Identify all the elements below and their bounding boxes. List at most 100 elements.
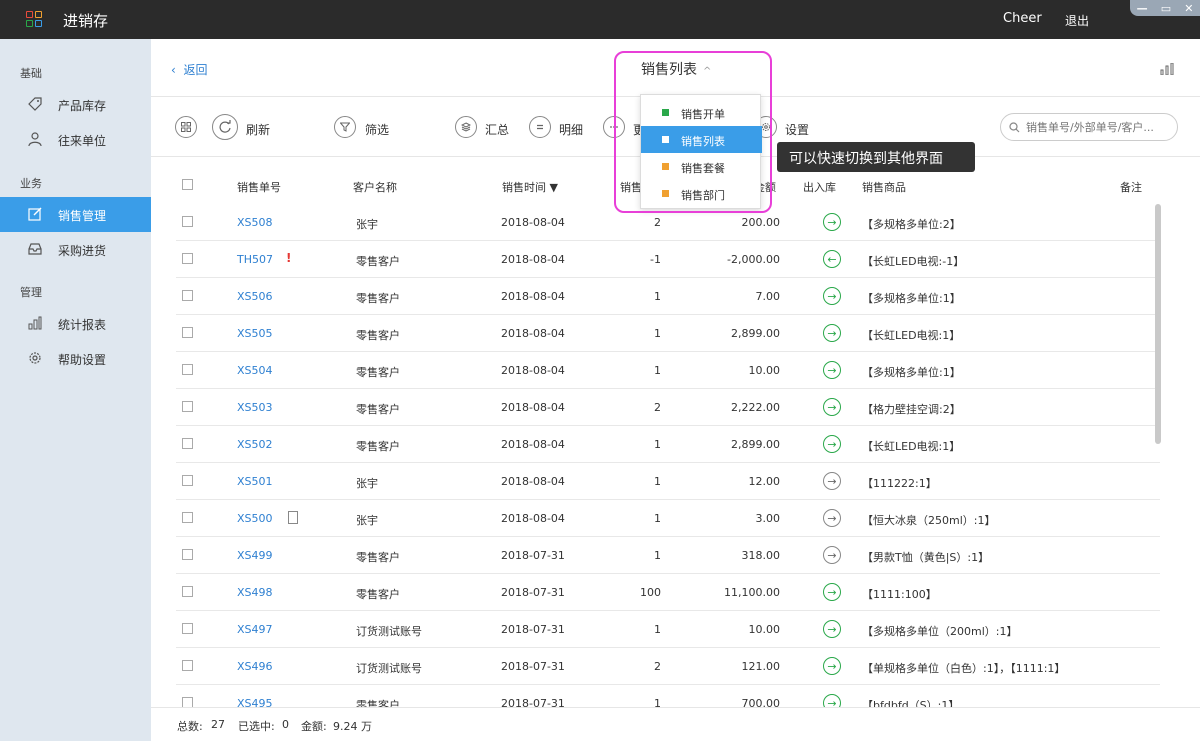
goods-summary: 【111222:1】 [862, 477, 937, 490]
chart-toggle-icon[interactable] [1160, 63, 1174, 75]
sidebar-item-inventory[interactable]: 产品库存 [0, 87, 151, 122]
table-row[interactable]: XS506 零售客户 2018-08-04 1 7.00 → 【多规格多单位:1】 [176, 278, 1160, 315]
arrow-right-circle-icon[interactable]: → [823, 287, 841, 305]
sidebar-item-sales[interactable]: 销售管理 [0, 197, 151, 232]
table-row[interactable]: XS497 订货测试账号 2018-07-31 1 10.00 → 【多规格多单位（200m… [176, 611, 1160, 648]
header-goods[interactable]: 销售商品 [862, 179, 906, 195]
scrollbar[interactable] [1155, 204, 1161, 444]
arrow-right-circle-icon[interactable]: → [823, 583, 841, 601]
goods-summary: 【长虹LED电视:1】 [862, 440, 961, 453]
row-checkbox[interactable] [182, 586, 193, 597]
arrow-right-circle-icon[interactable]: → [823, 361, 841, 379]
sidebar-item-reports[interactable]: 统计报表 [0, 306, 151, 341]
select-all-checkbox[interactable] [182, 179, 193, 190]
minimize-icon[interactable]: — [1137, 2, 1148, 15]
footer-summary: 总数: 27 已选中: 0 金额: 9.24 万 [151, 707, 1200, 741]
row-checkbox[interactable] [182, 364, 193, 375]
back-button[interactable]: ‹ 返回 [171, 61, 207, 78]
order-number-link[interactable]: XS508 [237, 216, 273, 229]
sale-qty: 1 [654, 438, 661, 451]
search-box[interactable] [1000, 113, 1178, 141]
row-checkbox[interactable] [182, 623, 193, 634]
arrow-right-circle-icon[interactable]: → [823, 620, 841, 638]
settings-button[interactable]: 设置 [785, 121, 809, 138]
arrow-right-circle-icon[interactable]: → [823, 213, 841, 231]
order-number-link[interactable]: XS504 [237, 364, 273, 377]
header-direction[interactable]: 出入库 [803, 179, 836, 195]
filter-icon[interactable] [334, 116, 356, 138]
row-checkbox[interactable] [182, 475, 193, 486]
header-order-no[interactable]: 销售单号 [237, 179, 281, 195]
refresh-icon[interactable] [212, 114, 238, 140]
header-remark[interactable]: 备注 [1120, 179, 1142, 195]
order-number-link[interactable]: XS502 [237, 438, 273, 451]
arrow-left-circle-icon[interactable]: ← [823, 250, 841, 268]
row-checkbox[interactable] [182, 290, 193, 301]
table-row[interactable]: XS498 零售客户 2018-07-31 100 11,100.00 → 【1111:10… [176, 574, 1160, 611]
row-checkbox[interactable] [182, 549, 193, 560]
document-icon[interactable] [288, 511, 298, 524]
total-label: 总数: [177, 720, 203, 733]
order-number-link[interactable]: XS506 [237, 290, 273, 303]
table-row[interactable]: XS504 零售客户 2018-08-04 1 10.00 → 【多规格多单位:1】 [176, 352, 1160, 389]
table-row[interactable]: XS501 张宇 2018-08-04 1 12.00 → 【111222:1】 [176, 463, 1160, 500]
order-number-link[interactable]: XS499 [237, 549, 273, 562]
order-number-link[interactable]: XS500 [237, 512, 273, 525]
sidebar-item-help-settings[interactable]: 帮助设置 [0, 341, 151, 376]
customer-name: 零售客户 [356, 588, 400, 601]
summary-icon[interactable] [455, 116, 477, 138]
arrow-right-circle-icon[interactable]: → [823, 324, 841, 342]
row-checkbox[interactable] [182, 438, 193, 449]
filter-button[interactable]: 筛选 [365, 121, 389, 138]
back-label: 返回 [183, 63, 208, 77]
section-label-basic: 基础 [20, 67, 42, 80]
total-value: 27 [211, 718, 225, 731]
header-customer[interactable]: 客户名称 [353, 179, 397, 195]
refresh-button[interactable]: 刷新 [246, 121, 270, 138]
table-row[interactable]: XS500 张宇 2018-08-04 1 3.00 → 【恒大冰泉（250ml）:1】 [176, 500, 1160, 537]
maximize-icon[interactable]: ▭ [1161, 2, 1171, 15]
row-checkbox[interactable] [182, 253, 193, 264]
close-icon[interactable]: ✕ [1184, 2, 1193, 15]
section-label-business: 业务 [20, 177, 42, 190]
customer-name: 零售客户 [356, 551, 400, 564]
header-time[interactable]: 销售时间 ▼ [502, 179, 558, 195]
table-row[interactable]: XS503 零售客户 2018-08-04 2 2,222.00 → 【格力壁挂空调:2】 [176, 389, 1160, 426]
order-number-link[interactable]: XS505 [237, 327, 273, 340]
table-row[interactable]: XS502 零售客户 2018-08-04 1 2,899.00 → 【长虹LED电视:1】 [176, 426, 1160, 463]
row-checkbox[interactable] [182, 216, 193, 227]
row-checkbox[interactable] [182, 401, 193, 412]
sale-amount: 10.00 [748, 364, 781, 377]
customer-name: 零售客户 [356, 403, 400, 416]
arrow-right-circle-icon[interactable]: → [823, 657, 841, 675]
table-row[interactable]: XS496 订货测试账号 2018-07-31 2 121.00 → 【单规格多单位（白色）… [176, 648, 1160, 685]
arrow-right-circle-icon[interactable]: → [823, 435, 841, 453]
row-checkbox[interactable] [182, 660, 193, 671]
order-number-link[interactable]: XS503 [237, 401, 273, 414]
table-row[interactable]: XS499 零售客户 2018-07-31 1 318.00 → 【男款T恤（黄色|S）:1… [176, 537, 1160, 574]
user-name[interactable]: Cheer [1003, 11, 1042, 26]
order-number-link[interactable]: XS498 [237, 586, 273, 599]
row-checkbox[interactable] [182, 512, 193, 523]
sidebar-item-contacts[interactable]: 往来单位 [0, 122, 151, 157]
order-number-link[interactable]: XS501 [237, 475, 273, 488]
arrow-right-circle-icon[interactable]: → [823, 509, 841, 527]
detail-button[interactable]: 明细 [559, 121, 583, 138]
sidebar-item-purchase[interactable]: 采购进货 [0, 232, 151, 267]
goods-summary: 【长虹LED电视:1】 [862, 329, 961, 342]
arrow-right-circle-icon[interactable]: → [823, 472, 841, 490]
table-row[interactable]: TH507! 零售客户 2018-08-04 -1 -2,000.00 ← 【长虹LED电视… [176, 241, 1160, 278]
sale-qty: -1 [650, 253, 661, 266]
order-number-link[interactable]: XS496 [237, 660, 273, 673]
table-row[interactable]: XS505 零售客户 2018-08-04 1 2,899.00 → 【长虹LED电视:1】 [176, 315, 1160, 352]
logout-button[interactable]: 退出 [1065, 12, 1089, 29]
detail-icon[interactable] [529, 116, 551, 138]
grid-menu-icon[interactable] [175, 116, 197, 138]
arrow-right-circle-icon[interactable]: → [823, 398, 841, 416]
order-number-link[interactable]: TH507 [237, 253, 273, 266]
order-number-link[interactable]: XS497 [237, 623, 273, 636]
search-input[interactable] [1026, 120, 1166, 134]
row-checkbox[interactable] [182, 327, 193, 338]
summary-button[interactable]: 汇总 [485, 121, 509, 138]
arrow-right-circle-icon[interactable]: → [823, 546, 841, 564]
